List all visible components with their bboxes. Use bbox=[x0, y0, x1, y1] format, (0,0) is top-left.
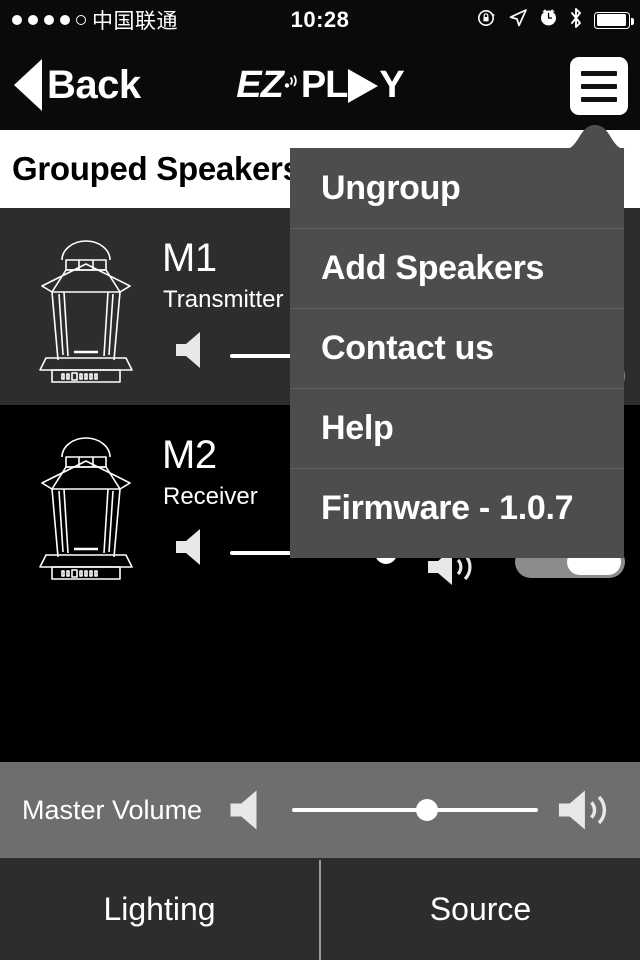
status-bar: 中国联通 10:28 bbox=[0, 0, 640, 40]
alarm-clock-icon bbox=[539, 8, 558, 32]
app-header: Back EZ PL Y bbox=[0, 40, 640, 130]
lantern-speaker-icon bbox=[22, 421, 150, 590]
speaker-role: Receiver bbox=[163, 483, 258, 510]
back-arrow-icon bbox=[14, 59, 42, 111]
speaker-low-icon[interactable] bbox=[224, 784, 276, 836]
slider-track bbox=[292, 808, 538, 812]
menu-item-firmware[interactable]: Firmware - 1.0.7 bbox=[290, 468, 624, 548]
logo-wave-icon bbox=[284, 69, 300, 96]
bottom-tab-bar: Lighting Source bbox=[0, 858, 640, 960]
status-bar-right bbox=[477, 0, 634, 40]
page-title: Grouped Speakers bbox=[12, 150, 301, 187]
speaker-low-icon[interactable] bbox=[170, 523, 218, 571]
speaker-high-icon[interactable] bbox=[552, 784, 620, 836]
hamburger-menu-button[interactable] bbox=[570, 57, 628, 115]
hamburger-icon-bar bbox=[581, 83, 617, 89]
tab-lighting[interactable]: Lighting bbox=[0, 858, 319, 960]
master-volume-label: Master Volume bbox=[22, 794, 203, 825]
dropdown-menu: Ungroup Add Speakers Contact us Help Fir… bbox=[290, 148, 624, 558]
menu-item-add-speakers[interactable]: Add Speakers bbox=[290, 228, 624, 308]
logo-text-ez: EZ bbox=[236, 63, 284, 106]
location-arrow-icon bbox=[508, 8, 528, 33]
hamburger-icon-bar bbox=[581, 96, 617, 102]
logo-text-pl: PL bbox=[300, 63, 349, 106]
menu-item-label: Add Speakers bbox=[321, 249, 545, 287]
master-volume-slider[interactable] bbox=[292, 799, 538, 821]
speaker-role: Transmitter bbox=[163, 286, 284, 313]
master-volume-bar: Master Volume bbox=[0, 762, 640, 858]
slider-knob[interactable] bbox=[416, 799, 439, 821]
back-button[interactable]: Back bbox=[14, 40, 141, 130]
speaker-name: M1 bbox=[162, 236, 217, 280]
menu-item-label: Ungroup bbox=[321, 168, 461, 207]
lantern-speaker-icon bbox=[22, 224, 150, 393]
speaker-name: M2 bbox=[162, 433, 217, 477]
logo-play-triangle-icon bbox=[348, 69, 379, 103]
tab-source-label: Source bbox=[429, 890, 532, 927]
menu-item-contact-us[interactable]: Contact us bbox=[290, 308, 624, 388]
logo-text-y: Y bbox=[379, 63, 404, 106]
menu-item-help[interactable]: Help bbox=[290, 388, 624, 468]
menu-item-label: Help bbox=[321, 409, 394, 447]
battery-icon bbox=[594, 11, 634, 29]
menu-item-ungroup[interactable]: Ungroup bbox=[290, 148, 624, 228]
menu-item-label: Firmware - 1.0.7 bbox=[321, 489, 574, 527]
app-root: 中国联通 10:28 Back EZ PL Y Grouped Speakers… bbox=[0, 0, 640, 960]
bluetooth-icon bbox=[569, 7, 583, 34]
back-button-label: Back bbox=[47, 62, 141, 107]
hamburger-icon-bar bbox=[581, 70, 617, 76]
rotation-lock-icon bbox=[477, 8, 497, 33]
tab-lighting-label: Lighting bbox=[103, 890, 216, 927]
tab-source[interactable]: Source bbox=[321, 858, 640, 960]
menu-item-label: Contact us bbox=[321, 329, 494, 367]
speaker-low-icon[interactable] bbox=[170, 326, 218, 374]
